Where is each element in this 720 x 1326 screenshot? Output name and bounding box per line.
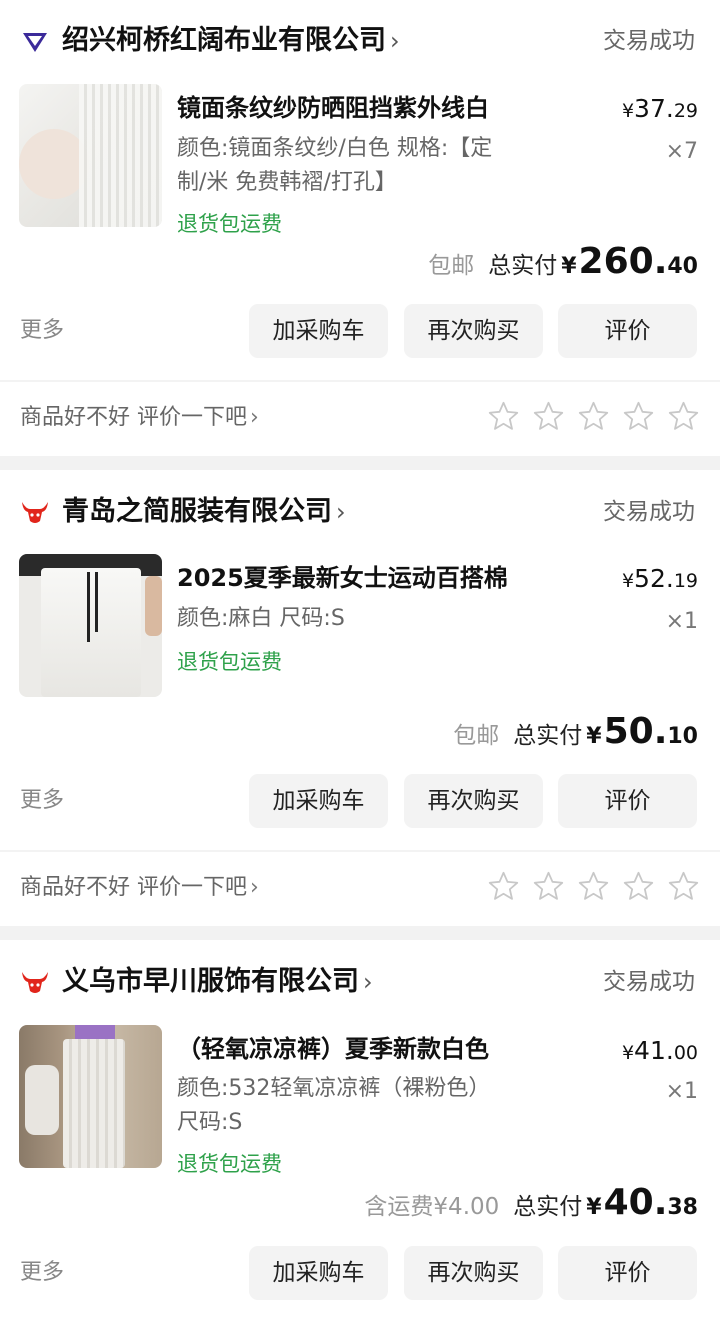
unit-price: ¥37.29	[621, 94, 698, 123]
order-card: 青岛之简服装有限公司 › 交易成功 2025夏季最新女士运动百搭棉 ¥52.19 …	[0, 470, 720, 926]
review-button[interactable]: 评价	[558, 774, 697, 828]
free-return-tag: 退货包运费	[177, 212, 282, 236]
unit-price: ¥52.19	[621, 564, 698, 593]
shipping-note: 包邮	[453, 723, 500, 749]
star-icon[interactable]	[622, 870, 655, 903]
add-to-cart-button[interactable]: 加采购车	[249, 304, 388, 358]
chevron-right-icon: ›	[336, 498, 346, 526]
shipping-note: 含运费¥4.00	[364, 1194, 500, 1220]
star-icon[interactable]	[667, 870, 700, 903]
quantity: ×1	[665, 609, 698, 634]
quantity: ×7	[665, 139, 698, 164]
star-icon[interactable]	[532, 400, 565, 433]
more-button[interactable]: 更多	[20, 304, 64, 358]
star-icon[interactable]	[622, 400, 655, 433]
order-card: 义乌市早川服饰有限公司 › 交易成功 （轻氧凉凉裤）夏季新款白色 ¥41.00 颜…	[0, 940, 720, 1326]
rate-prompt[interactable]: 商品好不好 评价一下吧 ›	[20, 403, 259, 433]
product-image[interactable]	[19, 84, 162, 227]
buy-again-button[interactable]: 再次购买	[404, 1246, 543, 1300]
divider	[0, 380, 720, 382]
divider	[0, 850, 720, 852]
more-button[interactable]: 更多	[20, 774, 64, 828]
chevron-right-icon: ›	[363, 968, 373, 996]
chevron-right-icon: ›	[390, 27, 400, 55]
star-icon[interactable]	[577, 870, 610, 903]
product-image[interactable]	[19, 554, 162, 697]
product-image[interactable]	[19, 1025, 162, 1168]
product-title[interactable]: 镜面条纹纱防晒阻挡紫外线白	[177, 92, 489, 124]
rate-prompt[interactable]: 商品好不好 评价一下吧 ›	[20, 873, 259, 903]
product-title[interactable]: （轻氧凉凉裤）夏季新款白色	[177, 1033, 489, 1065]
star-rating	[487, 870, 700, 903]
diamond-shop-icon	[23, 33, 47, 52]
add-to-cart-button[interactable]: 加采购车	[249, 1246, 388, 1300]
review-button[interactable]: 评价	[558, 1246, 697, 1300]
product-spec: 颜色:镜面条纹纱/白色 规格:【定 制/米 免费韩褶/打孔】	[177, 136, 493, 195]
shop-name[interactable]: 青岛之简服装有限公司 ›	[62, 497, 346, 527]
free-return-tag: 退货包运费	[177, 650, 282, 674]
free-return-tag: 退货包运费	[177, 1152, 282, 1176]
unit-price: ¥41.00	[621, 1036, 698, 1065]
review-button[interactable]: 评价	[558, 304, 697, 358]
order-status: 交易成功	[603, 28, 695, 54]
star-icon[interactable]	[487, 400, 520, 433]
chevron-right-icon: ›	[250, 875, 259, 900]
product-spec: 颜色:532轻氧凉凉裤（裸粉色） 尺码:S	[177, 1076, 491, 1135]
bull-shop-icon	[22, 972, 48, 993]
shipping-note: 包邮	[428, 253, 475, 279]
order-status: 交易成功	[603, 969, 695, 995]
order-total: 包邮 总实付 ¥ 260. 40	[428, 242, 698, 287]
star-rating	[487, 400, 700, 433]
shop-name[interactable]: 义乌市早川服饰有限公司 ›	[62, 967, 373, 997]
star-icon[interactable]	[577, 400, 610, 433]
order-total: 含运费¥4.00 总实付 ¥ 40. 38	[364, 1183, 698, 1228]
buy-again-button[interactable]: 再次购买	[404, 304, 543, 358]
more-button[interactable]: 更多	[20, 1246, 64, 1300]
star-icon[interactable]	[532, 870, 565, 903]
add-to-cart-button[interactable]: 加采购车	[249, 774, 388, 828]
quantity: ×1	[665, 1079, 698, 1104]
bull-shop-icon	[22, 502, 48, 523]
buy-again-button[interactable]: 再次购买	[404, 774, 543, 828]
product-spec: 颜色:麻白 尺码:S	[177, 606, 345, 631]
order-status: 交易成功	[603, 499, 695, 525]
order-card: 绍兴柯桥红阔布业有限公司 › 交易成功 镜面条纹纱防晒阻挡紫外线白 ¥37.29 …	[0, 0, 720, 456]
product-title[interactable]: 2025夏季最新女士运动百搭棉	[177, 562, 508, 594]
star-icon[interactable]	[667, 400, 700, 433]
shop-name[interactable]: 绍兴柯桥红阔布业有限公司 ›	[62, 26, 400, 56]
order-total: 包邮 总实付 ¥ 50. 10	[453, 712, 698, 757]
star-icon[interactable]	[487, 870, 520, 903]
chevron-right-icon: ›	[250, 405, 259, 430]
